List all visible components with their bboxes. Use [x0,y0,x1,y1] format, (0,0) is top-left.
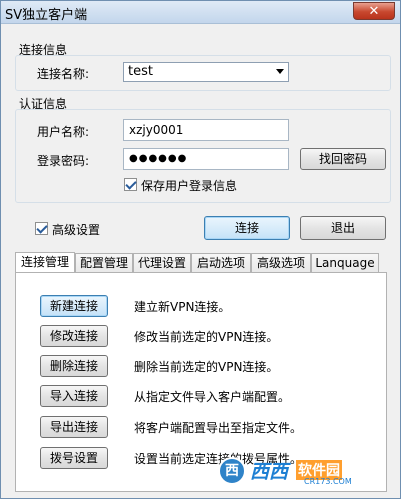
username-input[interactable]: xzjy0001 [123,119,289,141]
tab-startup-options[interactable]: 启动选项 [191,253,251,273]
tab-language[interactable]: Lanquage [311,253,379,273]
title-bar: SV独立客户端 ✕ [1,1,400,24]
export-connection-desc: 将客户端配置导出至指定文件。 [134,421,303,435]
new-connection-desc: 建立新VPN连接。 [134,300,231,314]
delete-connection-desc: 删除当前选定的VPN连接。 [134,360,279,374]
advanced-settings-label: 高级设置 [52,223,101,237]
tab-config-management[interactable]: 配置管理 [75,253,133,273]
watermark-logo-icon: 西 [218,457,246,485]
import-connection-button[interactable]: 导入连接 [40,385,108,407]
export-connection-button[interactable]: 导出连接 [40,416,108,438]
save-login-label: 保存用户登录信息 [141,179,238,193]
watermark-sub: CR173.COM [304,477,352,486]
watermark: 西 西西 软件园 CR173.COM [218,457,368,486]
client-window: SV独立客户端 ✕ 连接信息 连接名称: test 认证信息 用户名称: xzj… [0,0,401,499]
password-input[interactable]: ●●●●●● [123,148,289,170]
edit-connection-desc: 修改当前选定的VPN连接。 [134,330,279,344]
edit-connection-button[interactable]: 修改连接 [40,325,108,347]
password-label: 登录密码: [37,154,90,168]
connection-name-label: 连接名称: [37,67,90,81]
watermark-name: 西西 [250,461,289,483]
tab-advanced-options[interactable]: 高级选项 [251,253,311,273]
connect-button[interactable]: 连接 [204,216,290,240]
tab-panel-connection-management: 新建连接 建立新VPN连接。 修改连接 修改当前选定的VPN连接。 删除连接 删… [15,272,387,492]
tab-connection-management[interactable]: 连接管理 [15,252,75,274]
delete-connection-button[interactable]: 删除连接 [40,355,108,377]
close-button[interactable]: ✕ [353,2,395,20]
dial-settings-button[interactable]: 拨号设置 [40,447,108,469]
chevron-down-icon [276,69,284,74]
save-login-checkbox[interactable] [124,178,137,191]
window-title: SV独立客户端 [5,8,88,23]
connection-name-value: test [128,64,153,79]
tab-proxy-settings[interactable]: 代理设置 [133,253,191,273]
recover-password-button[interactable]: 找回密码 [300,148,386,170]
new-connection-button[interactable]: 新建连接 [40,295,108,317]
import-connection-desc: 从指定文件导入客户端配置。 [134,390,291,404]
username-label: 用户名称: [37,125,90,139]
advanced-settings-checkbox[interactable] [35,222,48,235]
connection-name-select[interactable]: test [123,62,289,82]
exit-button[interactable]: 退出 [300,216,386,240]
